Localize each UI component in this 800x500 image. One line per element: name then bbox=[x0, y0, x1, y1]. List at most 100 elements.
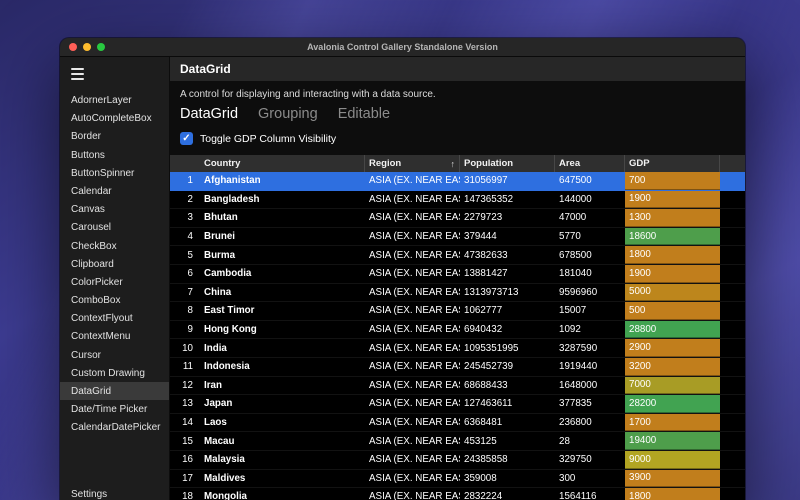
sidebar-item-colorpicker[interactable]: ColorPicker bbox=[60, 273, 169, 291]
cell-region: ASIA (EX. NEAR EAST) bbox=[369, 435, 460, 447]
sidebar-item-buttonspinner[interactable]: ButtonSpinner bbox=[60, 164, 169, 182]
cell-gdp: 1900 bbox=[625, 264, 720, 283]
cell-region: ASIA (EX. NEAR EAST) bbox=[369, 175, 460, 187]
cell-region: ASIA (EX. NEAR EAST) bbox=[369, 379, 460, 391]
cell-population: 127463611 bbox=[464, 398, 513, 410]
cell-num: 4 bbox=[187, 231, 193, 243]
cell-country: Burma bbox=[204, 249, 236, 261]
cell-population: 379444 bbox=[464, 231, 497, 243]
window-controls bbox=[60, 43, 105, 51]
cell-country: Iran bbox=[204, 379, 222, 391]
cell-gdp: 7000 bbox=[625, 376, 720, 395]
cell-country: Malaysia bbox=[204, 454, 245, 466]
cell-country: Maldives bbox=[204, 472, 246, 484]
cell-area: 1648000 bbox=[559, 379, 598, 391]
cell-gdp: 500 bbox=[625, 302, 720, 320]
sidebar-item-combobox[interactable]: ComboBox bbox=[60, 291, 169, 309]
table-row[interactable]: 2 Bangladesh ASIA (EX. NEAR EAST) 147365352… bbox=[170, 190, 745, 210]
table-row[interactable]: 6 Cambodia ASIA (EX. NEAR EAST) 13881427 181… bbox=[170, 264, 745, 284]
gdp-visibility-checkbox[interactable]: ✓ bbox=[180, 132, 193, 145]
titlebar[interactable]: Avalonia Control Gallery Standalone Vers… bbox=[60, 38, 745, 57]
sidebar-item-cursor[interactable]: Cursor bbox=[60, 346, 169, 364]
sidebar-item-calendar[interactable]: Calendar bbox=[60, 182, 169, 200]
app-window: Avalonia Control Gallery Standalone Vers… bbox=[60, 38, 745, 500]
sidebar-item-datagrid[interactable]: DataGrid bbox=[60, 382, 169, 401]
menu-icon[interactable] bbox=[60, 62, 169, 91]
table-row[interactable]: 11 Indonesia ASIA (EX. NEAR EAST) 245452739… bbox=[170, 357, 745, 377]
sidebar-item-canvas[interactable]: Canvas bbox=[60, 200, 169, 218]
table-row[interactable]: 18 Mongolia ASIA (EX. NEAR EAST) 2832224 156… bbox=[170, 488, 745, 500]
grid-body: 1 Afghanistan ASIA (EX. NEAR EAST) 31056997… bbox=[170, 172, 745, 500]
table-row[interactable]: 5 Burma ASIA (EX. NEAR EAST) 47382633 678500… bbox=[170, 246, 745, 265]
sidebar-item-carousel[interactable]: Carousel bbox=[60, 218, 169, 236]
sidebar-item-buttons[interactable]: Buttons bbox=[60, 146, 169, 164]
table-row[interactable]: 7 China ASIA (EX. NEAR EAST) 1313973713 9596… bbox=[170, 283, 745, 303]
table-row[interactable]: 10 India ASIA (EX. NEAR EAST) 1095351995 328… bbox=[170, 339, 745, 358]
sidebar-nav: AdornerLayer AutoCompleteBox Border Buttons… bbox=[60, 91, 169, 483]
column-header-population[interactable]: Population bbox=[460, 155, 555, 172]
tab-grouping[interactable]: Grouping bbox=[258, 106, 318, 122]
cell-country: Afghanistan bbox=[204, 175, 261, 187]
column-header-gdp[interactable]: GDP bbox=[625, 155, 720, 172]
sidebar-item-border[interactable]: Border bbox=[60, 127, 169, 145]
cell-area: 678500 bbox=[559, 249, 592, 261]
table-row[interactable]: 16 Malaysia ASIA (EX. NEAR EAST) 24385858 32… bbox=[170, 450, 745, 470]
tabs: DataGrid Grouping Editable bbox=[170, 103, 745, 127]
cell-num: 11 bbox=[182, 361, 193, 373]
column-header-area[interactable]: Area bbox=[555, 155, 625, 172]
table-row[interactable]: 15 Macau ASIA (EX. NEAR EAST) 453125 28 19400 bbox=[170, 432, 745, 451]
menu-icon-bar bbox=[71, 68, 84, 70]
cell-gdp: 700 bbox=[625, 172, 720, 190]
sidebar-item-calendardatepicker[interactable]: CalendarDatePicker bbox=[60, 418, 169, 436]
table-row[interactable]: 17 Maldives ASIA (EX. NEAR EAST) 359008 300 3… bbox=[170, 469, 745, 489]
desktop: { "window": { "title": "Avalonia Control… bbox=[0, 0, 800, 500]
cell-num: 1 bbox=[187, 175, 193, 187]
cell-num: 17 bbox=[182, 472, 193, 484]
column-header-region[interactable]: Region ↑ bbox=[365, 155, 460, 172]
table-row[interactable]: 9 Hong Kong ASIA (EX. NEAR EAST) 6940432 109… bbox=[170, 320, 745, 340]
cell-region: ASIA (EX. NEAR EAST) bbox=[369, 417, 460, 429]
tab-editable[interactable]: Editable bbox=[338, 106, 390, 122]
cell-population: 31056997 bbox=[464, 175, 508, 187]
sidebar-item-clipboard[interactable]: Clipboard bbox=[60, 255, 169, 273]
cell-population: 359008 bbox=[464, 472, 497, 484]
table-row[interactable]: 3 Bhutan ASIA (EX. NEAR EAST) 2279723 47000 1… bbox=[170, 209, 745, 228]
close-button[interactable] bbox=[69, 43, 77, 51]
table-row[interactable]: 13 Japan ASIA (EX. NEAR EAST) 127463611 3778… bbox=[170, 395, 745, 414]
sidebar-item-settings[interactable]: Settings bbox=[60, 483, 169, 500]
sidebar-item-autocompletebox[interactable]: AutoCompleteBox bbox=[60, 109, 169, 127]
menu-icon-bar bbox=[71, 73, 84, 75]
table-row[interactable]: 1 Afghanistan ASIA (EX. NEAR EAST) 31056997… bbox=[170, 172, 745, 191]
zoom-button[interactable] bbox=[97, 43, 105, 51]
sidebar-item-contextmenu[interactable]: ContextMenu bbox=[60, 327, 169, 345]
cell-area: 1919440 bbox=[559, 361, 598, 373]
table-row[interactable]: 14 Laos ASIA (EX. NEAR EAST) 6368481 236800 1… bbox=[170, 413, 745, 433]
window-body: AdornerLayer AutoCompleteBox Border Buttons… bbox=[60, 57, 745, 500]
cell-region: ASIA (EX. NEAR EAST) bbox=[369, 361, 460, 373]
grid-header: Country Region ↑ Population Area GDP bbox=[170, 155, 745, 172]
cell-num: 9 bbox=[187, 324, 193, 336]
cell-num: 10 bbox=[182, 342, 193, 354]
column-header-filler bbox=[720, 155, 745, 172]
table-row[interactable]: 12 Iran ASIA (EX. NEAR EAST) 68688433 164800… bbox=[170, 376, 745, 396]
sidebar-item-adornerlayer[interactable]: AdornerLayer bbox=[60, 91, 169, 109]
sidebar-item-custom-drawing[interactable]: Custom Drawing bbox=[60, 364, 169, 382]
column-header-country[interactable]: Country bbox=[200, 155, 365, 172]
minimize-button[interactable] bbox=[83, 43, 91, 51]
cell-country: Mongolia bbox=[204, 491, 247, 500]
sidebar-item-contextflyout[interactable]: ContextFlyout bbox=[60, 309, 169, 327]
cell-population: 2279723 bbox=[464, 212, 503, 224]
cell-population: 68688433 bbox=[464, 379, 508, 391]
sidebar-item-checkbox[interactable]: CheckBox bbox=[60, 237, 169, 255]
cell-num: 15 bbox=[182, 435, 193, 447]
table-row[interactable]: 4 Brunei ASIA (EX. NEAR EAST) 379444 5770 186… bbox=[170, 227, 745, 247]
gdp-visibility-label: Toggle GDP Column Visibility bbox=[200, 132, 337, 145]
sidebar-item-date-time-picker[interactable]: Date/Time Picker bbox=[60, 400, 169, 418]
cell-gdp: 2900 bbox=[625, 339, 720, 357]
table-row[interactable]: 8 East Timor ASIA (EX. NEAR EAST) 1062777 15… bbox=[170, 302, 745, 321]
tab-datagrid[interactable]: DataGrid bbox=[180, 106, 238, 122]
cell-area: 28 bbox=[559, 435, 570, 447]
cell-num: 3 bbox=[187, 212, 193, 224]
cell-country: Bangladesh bbox=[204, 193, 260, 205]
cell-num: 12 bbox=[182, 379, 193, 391]
